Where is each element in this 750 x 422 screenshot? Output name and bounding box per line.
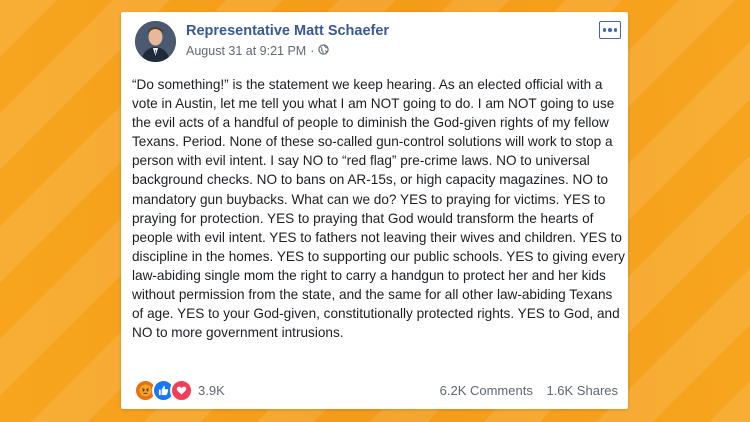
meta-separator: · xyxy=(310,44,315,58)
post-stats: 6.2K Comments 1.6K Shares xyxy=(430,383,618,398)
avatar[interactable] xyxy=(135,21,176,62)
post-timestamp[interactable]: August 31 at 9:21 PM xyxy=(186,44,306,58)
author-name[interactable]: Representative Matt Schaefer xyxy=(186,23,389,39)
reactions[interactable]: 3.9K xyxy=(134,378,225,402)
more-options-button[interactable] xyxy=(599,21,621,39)
more-dot-icon xyxy=(608,28,612,32)
globe-icon xyxy=(318,44,330,58)
love-icon xyxy=(170,378,193,402)
post-footer: 3.9K 6.2K Comments 1.6K Shares xyxy=(134,378,618,402)
reaction-count[interactable]: 3.9K xyxy=(198,383,225,398)
post-meta: August 31 at 9:21 PM · xyxy=(186,44,330,58)
post-body: “Do something!” is the statement we keep… xyxy=(132,77,625,341)
more-dot-icon xyxy=(613,28,618,32)
more-dot-icon xyxy=(602,28,607,32)
comments-count[interactable]: 6.2K Comments xyxy=(440,383,533,398)
facebook-post-card: Representative Matt Schaefer August 31 a… xyxy=(121,12,628,409)
shares-count[interactable]: 1.6K Shares xyxy=(546,383,618,398)
